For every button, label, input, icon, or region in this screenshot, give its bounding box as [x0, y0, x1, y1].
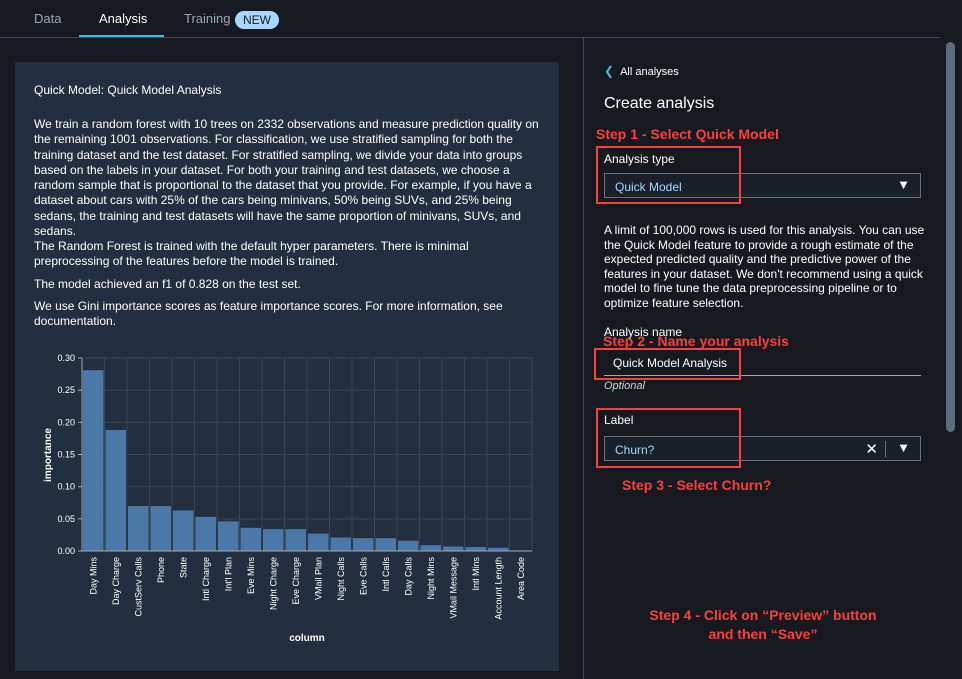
bar — [443, 546, 464, 551]
x-tick-label: CustServ Calls — [133, 557, 143, 617]
step4-line1: Step 4 - Click on “Preview” button — [649, 607, 877, 623]
y-axis-label: importance — [43, 428, 54, 482]
bar — [83, 370, 104, 551]
y-tick-label: 0.30 — [57, 353, 75, 363]
bar — [240, 527, 261, 551]
x-tick-label: Night Calls — [336, 557, 346, 601]
description-paragraph: The model achieved an f1 of 0.828 on the… — [34, 277, 301, 291]
bar — [465, 547, 486, 551]
x-tick-label: Day Calls — [403, 557, 413, 596]
x-tick-label: VMail Message — [448, 557, 458, 619]
x-tick-label: VMail Plan — [313, 557, 323, 600]
step3-highlight-box — [596, 408, 741, 468]
bar — [195, 516, 216, 551]
x-tick-label: State — [178, 557, 188, 578]
new-badge: NEW — [235, 11, 279, 29]
description-paragraph: The Random Forest is trained with the de… — [34, 239, 469, 269]
x-tick-label: Day Charge — [111, 557, 121, 605]
y-tick-label: 0.05 — [57, 514, 75, 524]
tab-training[interactable]: Training — [184, 11, 230, 26]
bar — [173, 510, 194, 551]
bar — [150, 505, 171, 551]
x-tick-label: Phone — [156, 557, 166, 583]
active-tab-indicator — [79, 35, 164, 37]
bar — [420, 545, 441, 551]
bar — [330, 537, 351, 551]
step2-annotation: Step 2 - Name your analysis — [603, 333, 789, 349]
bar — [375, 538, 396, 551]
row-limit-info: A limit of 100,000 rows is used for this… — [604, 223, 925, 310]
bar — [285, 529, 306, 551]
chevron-left-icon: ❮ — [604, 64, 615, 78]
bar — [105, 430, 126, 551]
y-tick-label: 0.00 — [57, 546, 75, 556]
x-tick-label: Night Mins — [426, 557, 436, 600]
bar — [128, 505, 149, 551]
y-tick-label: 0.10 — [57, 482, 75, 492]
bar — [398, 540, 419, 551]
step4-annotation: Step 4 - Click on “Preview” button and t… — [615, 606, 911, 644]
bar — [263, 529, 284, 551]
x-tick-label: Eve Mins — [246, 557, 256, 595]
bar — [353, 538, 374, 551]
close-icon[interactable]: ✕ — [865, 440, 878, 458]
bar — [218, 521, 239, 551]
y-tick-label: 0.15 — [57, 450, 75, 460]
x-tick-label: Int'l Plan — [223, 557, 233, 591]
feature-importance-chart: 0.00 0.05 0.10 0.15 0.20 0.25 0.30 Day Mins Day… — [43, 353, 533, 644]
back-link-label: All analyses — [620, 66, 679, 78]
x-tick-label: Intl Charge — [201, 557, 211, 601]
x-tick-label: Day Mins — [88, 557, 98, 595]
x-axis-label: column — [289, 633, 325, 644]
step3-annotation: Step 3 - Select Churn? — [622, 477, 772, 493]
analysis-title: Quick Model: Quick Model Analysis — [34, 83, 222, 97]
page-title: Create analysis — [604, 95, 715, 112]
x-tick-label: Area Code — [516, 557, 526, 600]
step1-annotation: Step 1 - Select Quick Model — [596, 126, 779, 142]
optional-hint: Optional — [604, 380, 645, 392]
caret-down-icon[interactable]: ▼ — [897, 440, 910, 455]
analysis-result-panel: Quick Model: Quick Model Analysis We tra… — [15, 62, 559, 671]
all-analyses-link[interactable]: ❮ All analyses — [604, 64, 679, 78]
x-tick-label: Eve Calls — [358, 557, 368, 596]
tab-data[interactable]: Data — [34, 11, 61, 26]
y-tick-label: 0.25 — [57, 385, 75, 395]
x-tick-label: Eve Charge — [291, 557, 301, 605]
step4-line2: and then “Save” — [708, 626, 818, 642]
select-separator — [885, 441, 886, 457]
step1-highlight-box — [596, 146, 741, 204]
tab-analysis[interactable]: Analysis — [99, 11, 147, 26]
tab-bar: Data Analysis Training NEW — [0, 0, 940, 38]
x-tick-label: Night Charge — [268, 557, 278, 610]
bar — [308, 533, 329, 551]
caret-down-icon: ▼ — [897, 177, 910, 192]
y-tick-label: 0.20 — [57, 417, 75, 427]
step2-highlight-box — [594, 348, 741, 380]
x-tick-label: Intl Mins — [471, 557, 481, 591]
description-paragraph: We train a random forest with 10 trees o… — [34, 117, 539, 239]
description-paragraph: We use Gini importance scores as feature… — [34, 299, 503, 329]
x-tick-label: Intl Calls — [381, 557, 391, 592]
scrollbar-thumb[interactable] — [946, 42, 955, 432]
x-tick-label: Account Length — [493, 557, 503, 620]
